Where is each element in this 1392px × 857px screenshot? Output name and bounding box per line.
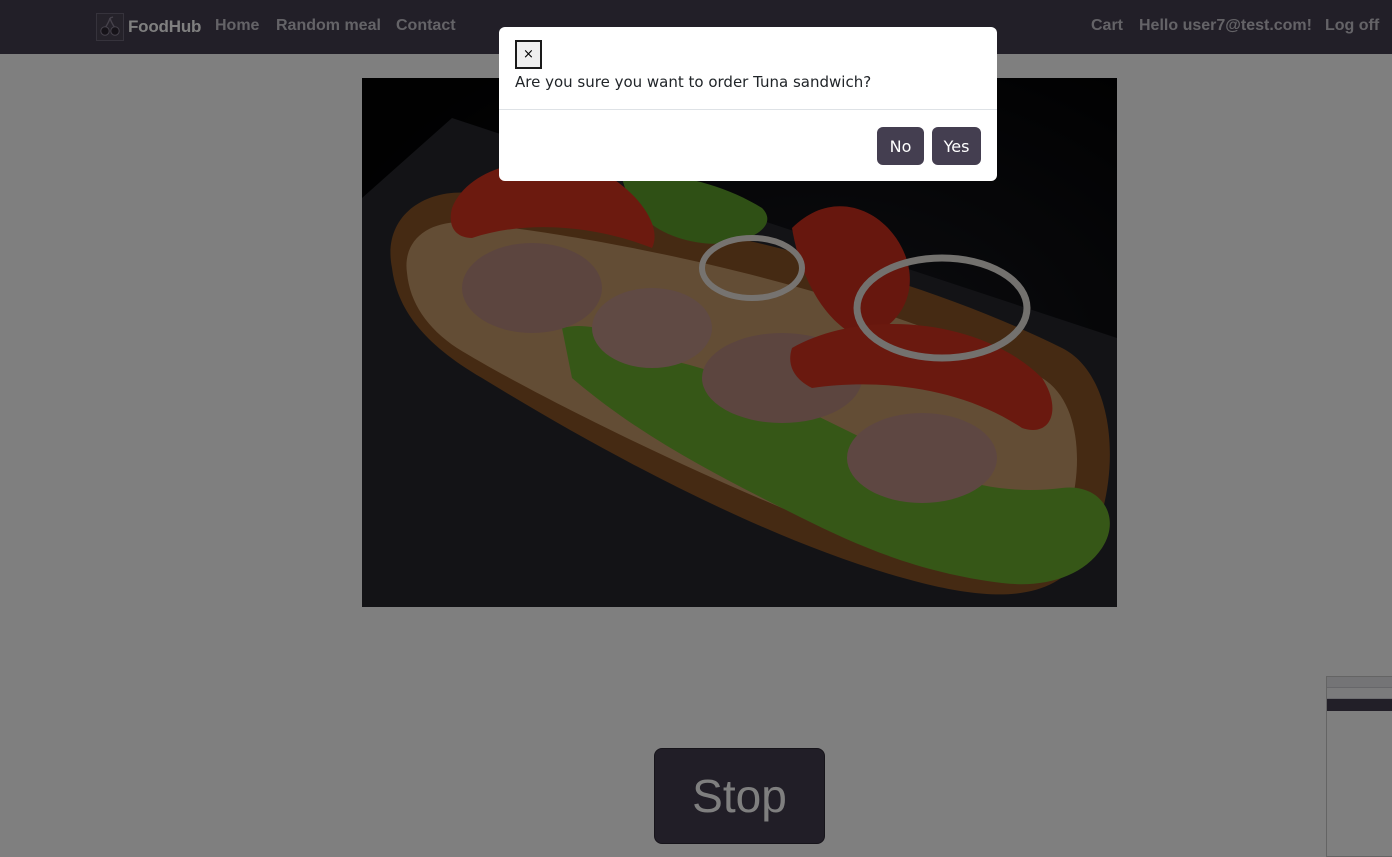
confirm-order-dialog: × Are you sure you want to order Tuna sa… — [499, 27, 997, 181]
dialog-body: × Are you sure you want to order Tuna sa… — [499, 27, 997, 110]
yes-button[interactable]: Yes — [932, 127, 981, 165]
dialog-message: Are you sure you want to order Tuna sand… — [515, 73, 872, 91]
close-icon[interactable]: × — [515, 40, 542, 69]
no-button[interactable]: No — [877, 127, 924, 165]
